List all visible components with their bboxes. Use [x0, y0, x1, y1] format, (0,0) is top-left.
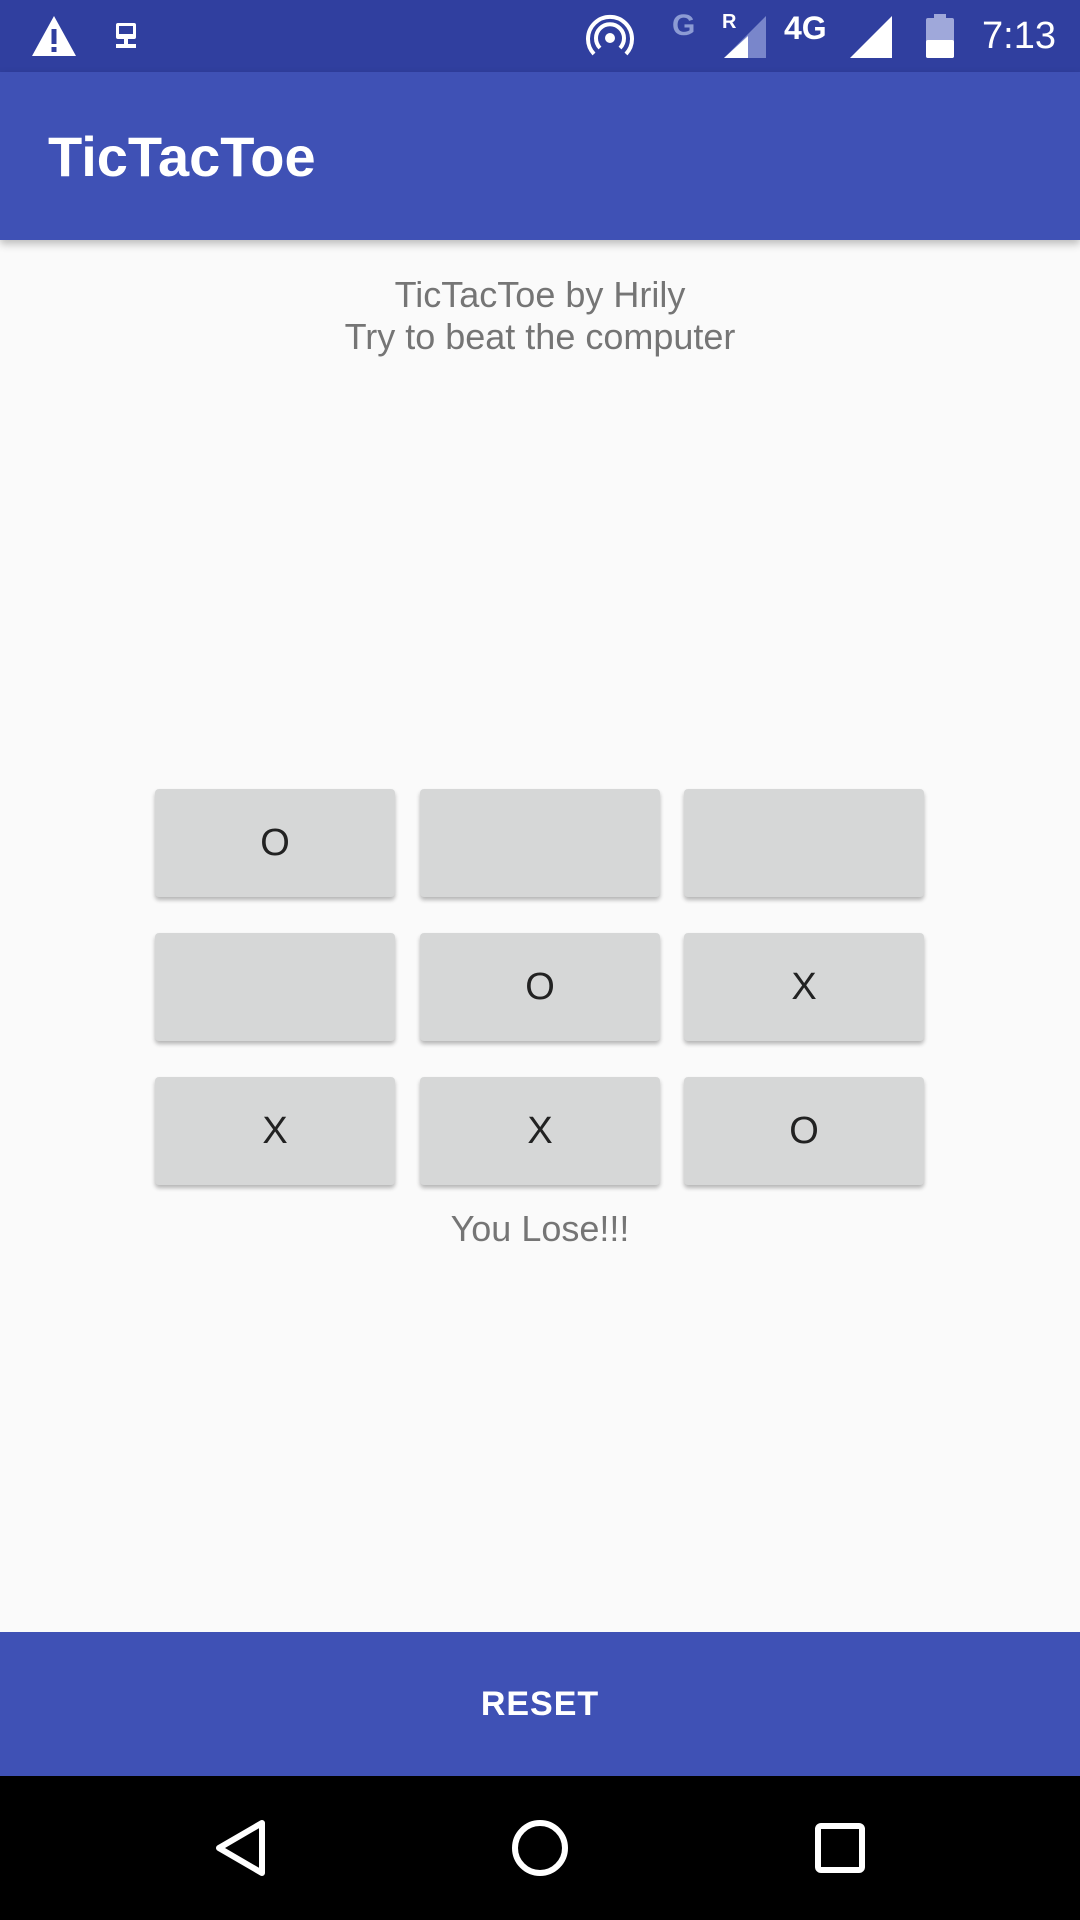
warning-icon: [30, 0, 78, 72]
board-cell-5[interactable]: O: [420, 933, 660, 1041]
signal-icon: [846, 0, 894, 72]
intro-text: TicTacToe by Hrily Try to beat the compu…: [0, 274, 1080, 358]
board-cell-3[interactable]: [684, 789, 924, 897]
status-bar: G R 4G 7:13: [0, 0, 1080, 72]
app-title: TicTacToe: [48, 124, 316, 188]
navigation-bar: [0, 1776, 1080, 1920]
intro-line-2: Try to beat the computer: [344, 316, 736, 357]
result-message: You Lose!!!: [450, 1208, 630, 1249]
network-type-label: 4G: [784, 9, 827, 46]
network-tray-icon: [112, 0, 140, 72]
intro-line-1: TicTacToe by Hrily: [394, 274, 686, 315]
back-icon[interactable]: [160, 1776, 320, 1920]
board-cell-1[interactable]: O: [155, 789, 395, 897]
hotspot-icon: [586, 0, 634, 72]
board-cell-4[interactable]: [155, 933, 395, 1041]
board-cell-8[interactable]: X: [420, 1077, 660, 1185]
roaming-g-label: G: [672, 9, 696, 42]
board-cell-9[interactable]: O: [684, 1077, 924, 1185]
battery-icon: [924, 0, 956, 72]
board-cell-7[interactable]: X: [155, 1077, 395, 1185]
signal-icon: [720, 0, 768, 72]
board-cell-6[interactable]: X: [684, 933, 924, 1041]
home-icon[interactable]: [460, 1776, 620, 1920]
board-cell-2[interactable]: [420, 789, 660, 897]
recents-icon[interactable]: [760, 1776, 920, 1920]
reset-button[interactable]: RESET: [0, 1632, 1080, 1776]
status-time: 7:13: [982, 14, 1056, 57]
app-bar: TicTacToe: [0, 72, 1080, 240]
